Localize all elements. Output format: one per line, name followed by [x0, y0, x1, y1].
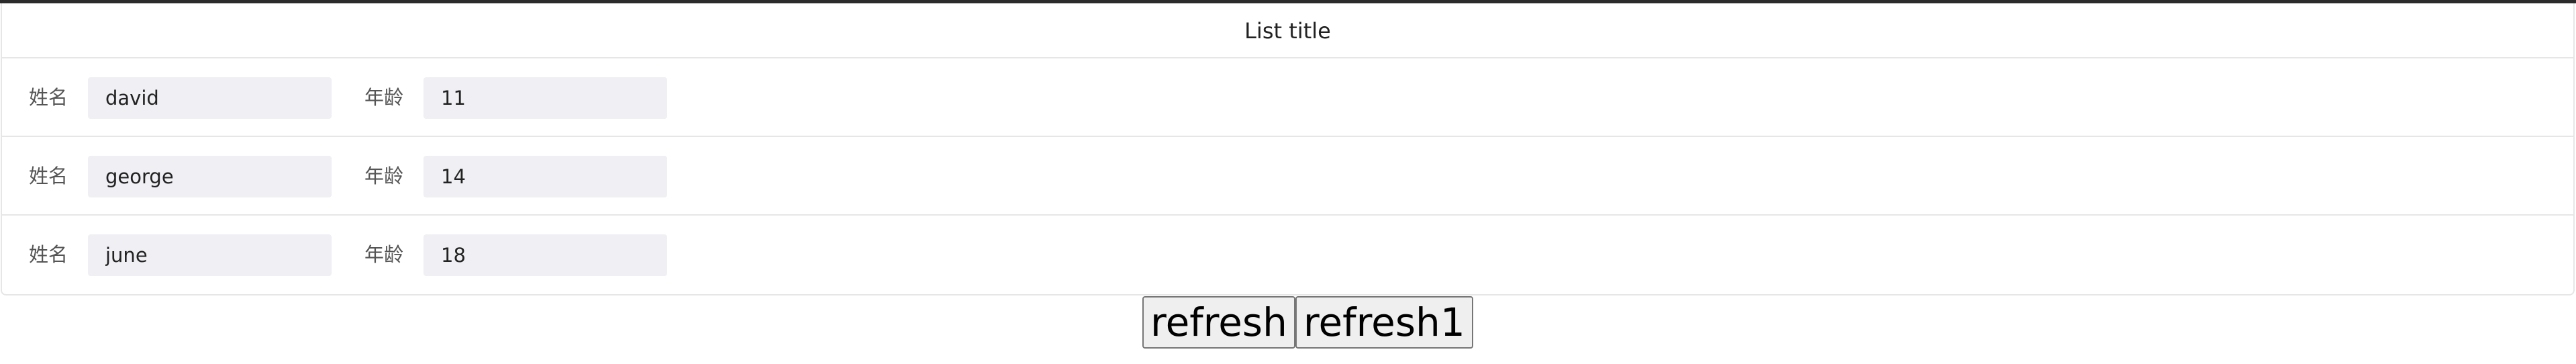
refresh1-button[interactable]: refresh1 [1295, 296, 1473, 349]
list-title: List title [2, 3, 2573, 58]
age-input[interactable] [424, 234, 667, 276]
list-item: 姓名 年龄 [2, 58, 2573, 137]
age-input[interactable] [424, 156, 667, 197]
list: List title 姓名 年龄 姓名 年龄 姓名 年龄 [1, 3, 2575, 295]
button-group: refresh refresh1 [1142, 296, 1473, 349]
name-label: 姓名 [29, 165, 68, 187]
refresh-button[interactable]: refresh [1142, 296, 1295, 349]
age-label: 年龄 [364, 243, 404, 266]
age-label: 年龄 [364, 165, 404, 187]
age-label: 年龄 [364, 86, 404, 109]
list-item: 姓名 年龄 [2, 137, 2573, 216]
name-input[interactable] [88, 234, 332, 276]
name-label: 姓名 [29, 86, 68, 109]
name-input[interactable] [88, 77, 332, 119]
list-item: 姓名 年龄 [2, 216, 2573, 294]
name-label: 姓名 [29, 243, 68, 266]
name-input[interactable] [88, 156, 332, 197]
age-input[interactable] [424, 77, 667, 119]
